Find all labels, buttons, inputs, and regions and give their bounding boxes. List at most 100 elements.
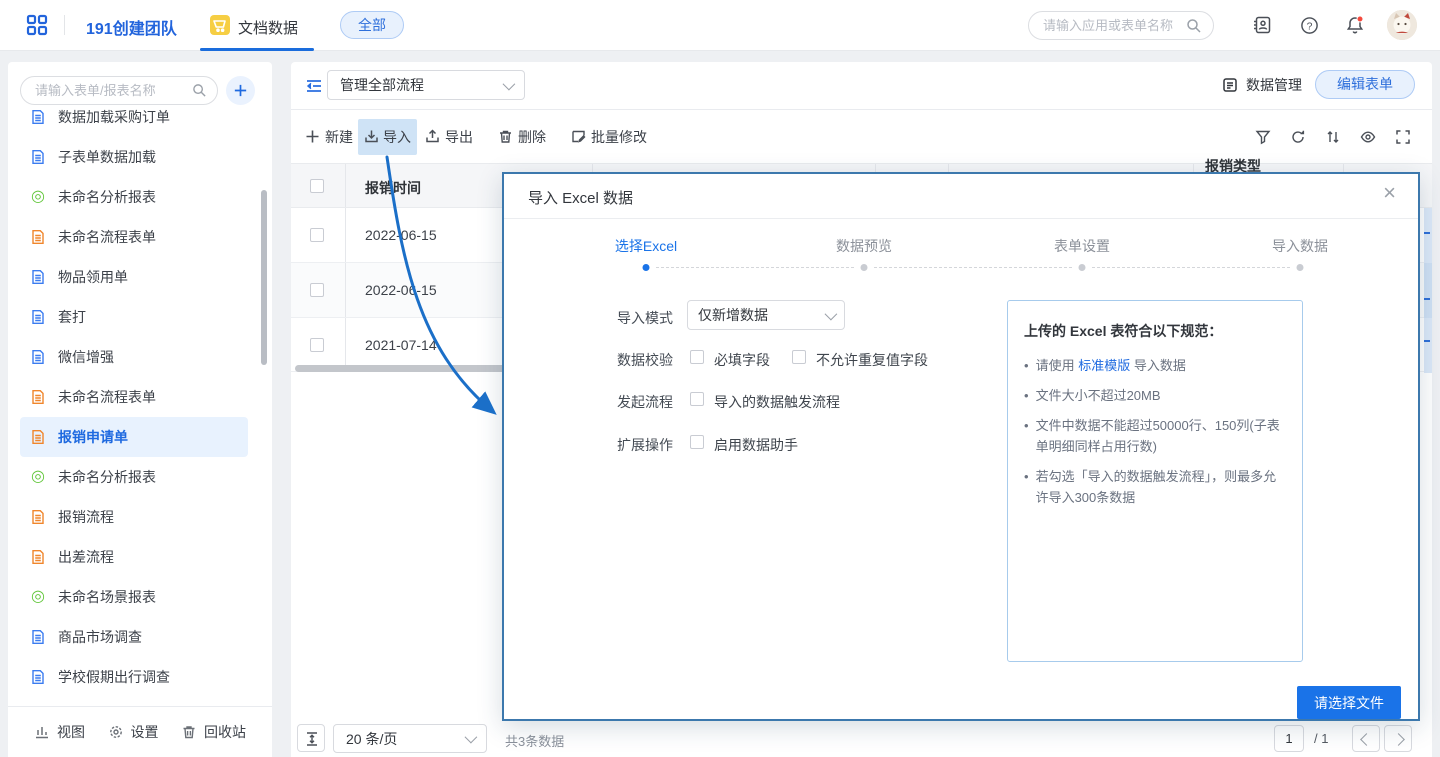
sidebar-item-label: 学校假期出行调查 [58,667,170,687]
import-excel-dialog: 导入 Excel 数据 × 选择Excel 数据预览 表单设置 导入数据 导入模… [502,172,1420,721]
sidebar-item[interactable]: 物品领用单 [8,257,260,297]
user-avatar[interactable] [1387,10,1417,40]
sort-icon[interactable] [1325,129,1341,145]
sidebar-item[interactable]: ◎ 未命名场景报表 [8,577,260,617]
refresh-icon[interactable] [1290,129,1306,145]
search-icon[interactable] [192,83,207,98]
form-icon [30,309,46,325]
page-total: / 1 [1314,731,1328,746]
filter-icon[interactable] [1255,129,1271,145]
form-icon [30,109,46,125]
export-icon [425,129,440,144]
row-checkbox[interactable] [310,283,324,297]
trigger-flow-label[interactable]: 导入的数据触发流程 [714,392,840,412]
import-mode-value: 仅新增数据 [698,305,768,325]
form-list: 数据加载采购订单 子表单数据加载 ◎ 未命名分析报表 未命名流程表单 物品领用单… [8,104,260,717]
row-checkbox[interactable] [310,338,324,352]
trigger-flow-checkbox[interactable] [690,392,704,406]
step-import-data[interactable]: 导入数据 [1272,236,1328,256]
chevron-down-icon [465,731,478,744]
sidebar-item[interactable]: 未命名流程表单 [8,217,260,257]
prev-page-button[interactable] [1352,725,1380,752]
data-assistant-checkbox[interactable] [690,435,704,449]
pinned-column-sliver [1424,163,1432,373]
sidebar-search-input[interactable] [35,78,185,103]
flow-scope-value: 管理全部流程 [340,75,424,95]
new-button[interactable]: 新建 [305,110,353,163]
extend-ops-label: 扩展操作 [617,435,673,455]
search-icon[interactable] [1186,18,1202,34]
sidebar-search[interactable] [20,76,218,105]
column-header-time[interactable]: 报销时间 [365,178,421,198]
scope-all-pill[interactable]: 全部 [340,11,404,39]
required-fields-label[interactable]: 必填字段 [714,350,770,370]
bell-icon[interactable] [1345,15,1365,35]
settings-button[interactable]: 设置 [108,722,159,742]
sidebar-item[interactable]: ◎ 未命名分析报表 [8,457,260,497]
step-form-settings[interactable]: 表单设置 [1054,236,1110,256]
import-mode-select[interactable]: 仅新增数据 [687,300,845,330]
delete-button[interactable]: 删除 [498,110,546,163]
sidebar-item[interactable]: 数据加载采购订单 [8,104,260,137]
flow-form-icon [30,229,46,245]
delete-icon [498,129,513,144]
sidebar-item[interactable]: 出差流程 [8,537,260,577]
help-icon[interactable]: ? [1300,16,1320,36]
import-button[interactable]: 导入 [358,110,417,163]
new-label: 新建 [325,127,353,147]
tip-item: •文件中数据不能超过50000行、150列(子表单明细同样占用行数) [1024,415,1286,457]
total-count: 共3条数据 [505,731,564,750]
sidebar-item[interactable]: ◎ 未命名分析报表 [8,177,260,217]
sidebar-item[interactable]: 子表单数据加载 [8,137,260,177]
next-page-button[interactable] [1384,725,1412,752]
data-manage-button[interactable]: 数据管理 [1222,75,1302,95]
close-icon[interactable]: × [1383,182,1396,204]
tip-item: • 请使用 标准模版 导入数据 [1024,355,1286,376]
required-fields-checkbox[interactable] [690,350,704,364]
sidebar-item[interactable]: 报销流程 [8,497,260,537]
sidebar-item[interactable]: 微信增强 [8,337,260,377]
team-name[interactable]: 191创建团队 [86,15,177,39]
divider [64,15,65,35]
collapse-sidebar-icon[interactable] [305,77,323,95]
views-button[interactable]: 视图 [34,722,85,742]
global-search-input[interactable] [1043,13,1183,38]
sidebar-scrollbar[interactable] [261,190,267,365]
global-search[interactable] [1028,11,1214,40]
fit-rows-button[interactable] [297,724,325,752]
select-all-checkbox[interactable] [310,179,324,193]
sidebar-item-label: 物品领用单 [58,267,128,287]
row-checkbox[interactable] [310,228,324,242]
batch-edit-button[interactable]: 批量修改 [571,110,647,163]
import-mode-label: 导入模式 [617,308,673,328]
sidebar-item-selected[interactable]: 报销申请单 [20,417,248,457]
page-size-select[interactable]: 20 条/页 [333,724,487,753]
sidebar-item[interactable]: 学校假期出行调查 [8,657,260,697]
data-assistant-label[interactable]: 启用数据助手 [714,435,798,455]
sidebar-item[interactable]: 未命名流程表单 [8,377,260,417]
contacts-icon[interactable] [1252,15,1272,35]
recycle-button[interactable]: 回收站 [181,722,246,742]
app-name[interactable]: 文档数据 [238,17,298,38]
flow-scope-select[interactable]: 管理全部流程 [327,70,525,100]
form-icon [30,269,46,285]
sidebar-item[interactable]: 商品市场调查 [8,617,260,657]
main-header: 管理全部流程 数据管理 编辑表单 [291,62,1432,110]
edit-form-button[interactable]: 编辑表单 [1315,70,1415,99]
sidebar-item-label: 套打 [58,307,86,327]
page-number-input[interactable]: 1 [1274,725,1304,752]
visibility-icon[interactable] [1360,129,1376,145]
export-button[interactable]: 导出 [425,110,473,163]
step-data-preview[interactable]: 数据预览 [836,236,892,256]
choose-file-button[interactable]: 请选择文件 [1297,686,1401,719]
no-duplicate-label[interactable]: 不允许重复值字段 [816,350,928,370]
report-icon: ◎ [30,589,46,605]
fullscreen-icon[interactable] [1395,129,1411,145]
sidebar-item[interactable]: 套打 [8,297,260,337]
apps-grid-icon[interactable] [26,14,48,36]
sidebar-item-label: 出差流程 [58,547,114,567]
step-select-excel[interactable]: 选择Excel [615,236,677,256]
standard-template-link[interactable]: 标准模版 [1078,358,1130,373]
no-duplicate-checkbox[interactable] [792,350,806,364]
add-form-button[interactable] [226,76,255,105]
